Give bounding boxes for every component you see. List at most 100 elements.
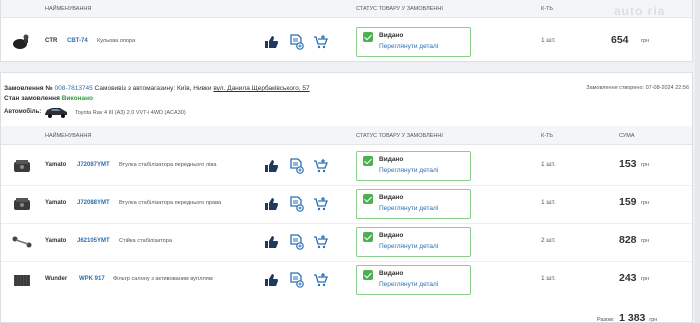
car-name: Toyota Rav 4 III (A3) 2.0 VVT-i 4WD (ACA…	[75, 110, 186, 116]
table-header: НАЙМЕНУВАННЯ СТАТУС ТОВАРУ У ЗАМОВЛЕННІ …	[1, 0, 692, 18]
table-row: Yamato J72087YMT Втулка стабілізатора пе…	[1, 148, 692, 185]
document-add-icon[interactable]	[288, 234, 304, 250]
quantity: 1 шт.	[541, 275, 556, 282]
order-created-date: Замовлення створено: 07-08-2024 22:56	[586, 85, 689, 91]
check-icon	[363, 156, 373, 166]
price: 828	[619, 234, 637, 246]
table-row: CTR CBT-74 Кульова опора Видано Переглян…	[1, 24, 692, 61]
bushing-image	[14, 198, 30, 210]
thumbs-up-icon[interactable]	[263, 272, 279, 288]
order-state: Стан замовлення Виконано	[4, 95, 93, 102]
status-text: Видано	[379, 32, 404, 39]
row-actions	[263, 270, 329, 290]
order-header: Замовлення № 008-7813745 Самовивіз з авт…	[4, 85, 310, 92]
cart-add-icon[interactable]	[313, 158, 329, 174]
check-icon	[363, 270, 373, 280]
thumbs-up-icon[interactable]	[263, 196, 279, 212]
quantity: 1 шт.	[541, 161, 556, 168]
col-sum: СУМА	[619, 133, 635, 139]
document-add-icon[interactable]	[288, 34, 304, 50]
status-text: Видано	[379, 270, 404, 277]
quantity: 1 шт.	[541, 37, 556, 44]
total-value: 1 383	[619, 312, 646, 323]
check-icon	[363, 32, 373, 42]
cart-add-icon[interactable]	[313, 34, 329, 50]
check-icon	[363, 194, 373, 204]
status-box: Видано Переглянути деталі	[356, 265, 471, 295]
price: 159	[619, 196, 637, 208]
status-box: Видано Переглянути деталі	[356, 189, 471, 219]
cart-add-icon[interactable]	[313, 272, 329, 288]
stabilizer-link-image	[12, 236, 32, 248]
thumbs-up-icon[interactable]	[263, 34, 279, 50]
order-card: Замовлення № 008-7813745 Самовивіз з авт…	[0, 72, 693, 323]
product-name: Втулка стабілізатора переднього лівa	[119, 162, 217, 168]
order-total: Разом: 1 383 грн	[595, 312, 657, 323]
article-link[interactable]: J72087YMT	[77, 162, 110, 168]
view-details-link[interactable]: Переглянути деталі	[379, 281, 438, 288]
currency: грн	[641, 38, 650, 44]
status-box: Видано Переглянути деталі	[356, 27, 471, 57]
price: 153	[619, 158, 637, 170]
currency: грн	[641, 162, 650, 168]
check-icon	[363, 232, 373, 242]
brand-name: Yamato	[45, 162, 67, 168]
brand-name: Yamato	[45, 238, 67, 244]
article-link[interactable]: WPK 917	[79, 276, 105, 282]
product-name: Кульова опора	[97, 38, 136, 44]
scrollbar[interactable]	[695, 0, 700, 323]
status-text: Видано	[379, 232, 404, 239]
brand-name: Wunder	[45, 276, 68, 282]
product-name: Втулка стабілізатора переднього права	[119, 200, 222, 206]
document-add-icon[interactable]	[288, 272, 304, 288]
thumbs-up-icon[interactable]	[263, 158, 279, 174]
delivery-info: Самовивіз з автомагазину: Київ, Нивки	[94, 85, 212, 92]
product-name: Фільтр салону з активованим вугіллям	[113, 276, 213, 282]
cart-add-icon[interactable]	[313, 234, 329, 250]
auto-ria-watermark: auto ria	[614, 4, 666, 18]
document-add-icon[interactable]	[288, 196, 304, 212]
article-link[interactable]: J72088YMT	[77, 200, 110, 206]
currency: грн	[641, 238, 650, 244]
row-actions	[263, 194, 329, 214]
view-details-link[interactable]: Переглянути деталі	[379, 205, 438, 212]
car-label: Автомобіль:	[4, 109, 42, 115]
col-name: НАЙМЕНУВАННЯ	[45, 6, 92, 12]
cart-add-icon[interactable]	[313, 196, 329, 212]
col-name: НАЙМЕНУВАННЯ	[45, 133, 92, 139]
status-box: Видано Переглянути деталі	[356, 227, 471, 257]
address-link[interactable]: вул. Данила Щербаківського, 57	[213, 85, 309, 92]
row-actions	[263, 156, 329, 176]
brand-name: CTR	[45, 38, 58, 44]
status-text: Видано	[379, 194, 404, 201]
total-currency: грн	[649, 317, 658, 323]
order-state-value: Виконано	[61, 95, 93, 102]
status-text: Видано	[379, 156, 404, 163]
row-actions	[263, 232, 329, 252]
ball-joint-image	[13, 34, 29, 49]
thumbs-up-icon[interactable]	[263, 234, 279, 250]
order-number-label: Замовлення №	[4, 85, 53, 92]
order-state-label: Стан замовлення	[4, 95, 60, 102]
product-name: Стійка стабілізатора	[119, 238, 172, 244]
view-details-link[interactable]: Переглянути деталі	[379, 43, 438, 50]
article-link[interactable]: CBT-74	[67, 38, 88, 44]
order-number-link[interactable]: 008-7813745	[54, 85, 92, 92]
col-status: СТАТУС ТОВАРУ У ЗАМОВЛЕННІ	[356, 6, 443, 12]
article-link[interactable]: J62105YMT	[77, 238, 110, 244]
currency: грн	[641, 200, 650, 206]
quantity: 1 шт.	[541, 199, 556, 206]
table-row: Yamato J72088YMT Втулка стабілізатора пе…	[1, 186, 692, 223]
table-header: НАЙМЕНУВАННЯ СТАТУС ТОВАРУ У ЗАМОВЛЕННІ …	[1, 126, 692, 145]
price: 243	[619, 272, 637, 284]
previous-order-card: НАЙМЕНУВАННЯ СТАТУС ТОВАРУ У ЗАМОВЛЕННІ …	[0, 0, 693, 62]
col-qty: К-ТЬ	[541, 133, 554, 139]
table-row: Yamato J62105YMT Стійка стабілізатора Ви…	[1, 224, 692, 261]
quantity: 2 шт.	[541, 237, 556, 244]
view-details-link[interactable]: Переглянути деталі	[379, 243, 438, 250]
bushing-image	[14, 160, 30, 172]
col-qty: К-ТЬ	[541, 6, 554, 12]
view-details-link[interactable]: Переглянути деталі	[379, 167, 438, 174]
document-add-icon[interactable]	[288, 158, 304, 174]
currency: грн	[641, 276, 650, 282]
